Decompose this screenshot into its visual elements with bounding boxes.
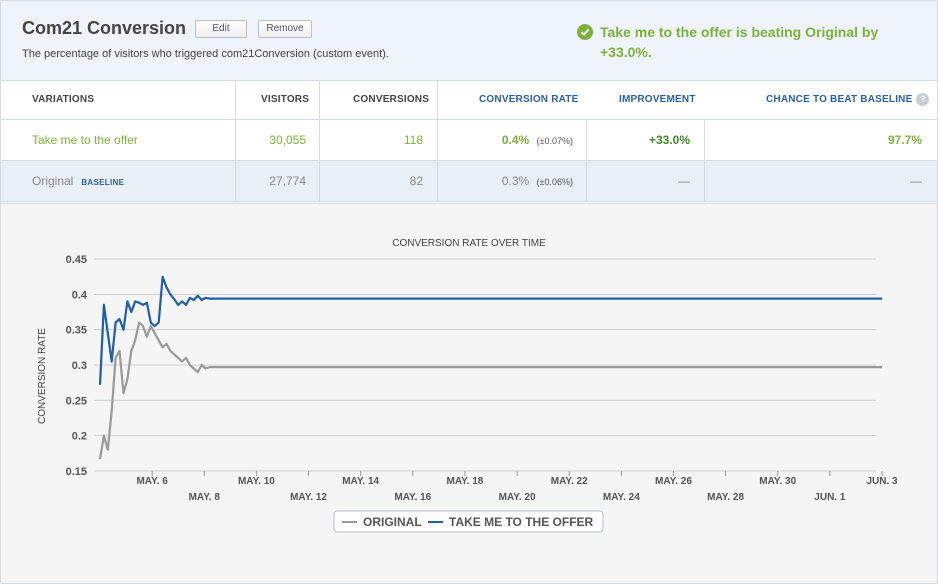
column-header-improvement[interactable]: IMPROVEMENT [619, 81, 696, 119]
x-tick-label: MAY. 20 [499, 492, 536, 503]
improvement-value: — [678, 174, 690, 188]
conversion-rate-cell: 0.4% (±0.07%) [437, 120, 573, 160]
variation-name-cell: Original BASELINE [32, 161, 124, 201]
x-tick-label: MAY. 8 [189, 492, 221, 503]
x-tick-label: MAY. 28 [707, 492, 744, 503]
remove-button[interactable]: Remove [258, 20, 312, 38]
x-tick-label: MAY. 12 [290, 492, 327, 503]
conversion-rate-interval: (±0.07%) [536, 136, 573, 146]
x-tick-label: MAY. 10 [238, 476, 275, 487]
conversion-rate-chart: 0.45 0.4 0.35 0.3 0.25 0.2 0.15 MAY. 6 MAY. 10 M… [37, 238, 898, 533]
x-tick-label: MAY. 6 [136, 476, 168, 487]
goal-title: Com21 Conversion [22, 18, 187, 38]
series-line-original[interactable] [98, 321, 882, 460]
series-line-offer[interactable] [98, 275, 882, 385]
y-tick-label: 0.35 [66, 325, 87, 337]
y-tick-label: 0.25 [66, 395, 87, 407]
conversion-rate-value: 0.4% [501, 133, 530, 147]
conversion-rate-interval: (±0.06%) [536, 177, 573, 187]
x-tick-label: MAY. 24 [603, 492, 640, 503]
x-tick-label: MAY. 18 [446, 476, 483, 487]
legend-item-original[interactable]: ORIGINAL [363, 515, 422, 529]
column-header-chance[interactable]: CHANCE TO BEAT BASELINE? [766, 81, 930, 119]
column-divider [437, 81, 438, 201]
check-circle-icon [577, 24, 593, 40]
y-tick-label: 0.4 [72, 289, 88, 301]
column-header-variations[interactable]: VARIATIONS [32, 81, 94, 119]
y-axis-label: CONVERSION RATE [37, 328, 48, 424]
conversion-rate-value: 0.3% [501, 174, 530, 188]
column-divider [319, 81, 320, 201]
x-tick-label: JUN. 1 [814, 492, 846, 503]
table-row[interactable]: Original BASELINE 27,774 82 0.3% (±0.06%)… [1, 160, 937, 202]
column-header-conversion-rate[interactable]: CONVERSION RATE [479, 81, 579, 119]
y-tick-label: 0.2 [72, 431, 87, 443]
experiment-goal-card: Com21 Conversion Edit Remove The percent… [0, 0, 938, 584]
legend-item-offer[interactable]: TAKE ME TO THE OFFER [449, 515, 594, 529]
edit-button[interactable]: Edit [195, 20, 247, 38]
y-tick-label: 0.15 [66, 466, 87, 478]
y-tick-label: 0.45 [66, 254, 87, 266]
column-header-conversions[interactable]: CONVERSIONS [353, 81, 429, 119]
chart-title: CONVERSION RATE OVER TIME [392, 238, 546, 249]
baseline-badge: BASELINE [81, 178, 125, 187]
visitors-value: 30,055 [269, 133, 306, 147]
x-tick-label: MAY. 30 [759, 476, 796, 487]
conversions-value: 82 [409, 174, 423, 188]
chart-panel: 0.45 0.4 0.35 0.3 0.25 0.2 0.15 MAY. 6 MAY. 10 M… [1, 203, 937, 583]
visitors-value: 27,774 [269, 174, 306, 188]
winner-message: Take me to the offer is beating Original… [600, 24, 879, 60]
chance-value: — [910, 174, 922, 188]
column-divider [586, 119, 587, 201]
column-divider [704, 119, 705, 201]
chance-value: 97.7% [887, 133, 922, 147]
y-tick-label: 0.3 [72, 360, 87, 372]
column-header-chance-label: CHANCE TO BEAT BASELINE [766, 94, 913, 105]
conversion-rate-cell: 0.3% (±0.06%) [437, 161, 573, 201]
conversions-value: 118 [403, 133, 423, 147]
x-tick-label: JUN. 3 [866, 476, 898, 487]
column-divider [235, 81, 236, 201]
chart-legend[interactable]: ORIGINAL TAKE ME TO THE OFFER [333, 510, 604, 533]
goal-header: Com21 Conversion Edit Remove The percent… [1, 1, 937, 81]
table-row[interactable]: Take me to the offer 30,055 118 0.4% (±0… [1, 119, 937, 160]
x-tick-label: MAY. 14 [342, 476, 379, 487]
goal-description: The percentage of visitors who triggered… [22, 48, 389, 60]
variation-name[interactable]: Take me to the offer [32, 120, 138, 160]
question-circle-icon[interactable]: ? [916, 92, 930, 106]
x-tick-label: MAY. 26 [655, 476, 692, 487]
improvement-value: +33.0% [648, 133, 690, 147]
x-tick-label: MAY. 22 [551, 476, 588, 487]
variation-name[interactable]: Original [32, 174, 73, 188]
x-tick-label: MAY. 16 [394, 492, 431, 503]
column-header-visitors[interactable]: VISITORS [261, 81, 309, 119]
